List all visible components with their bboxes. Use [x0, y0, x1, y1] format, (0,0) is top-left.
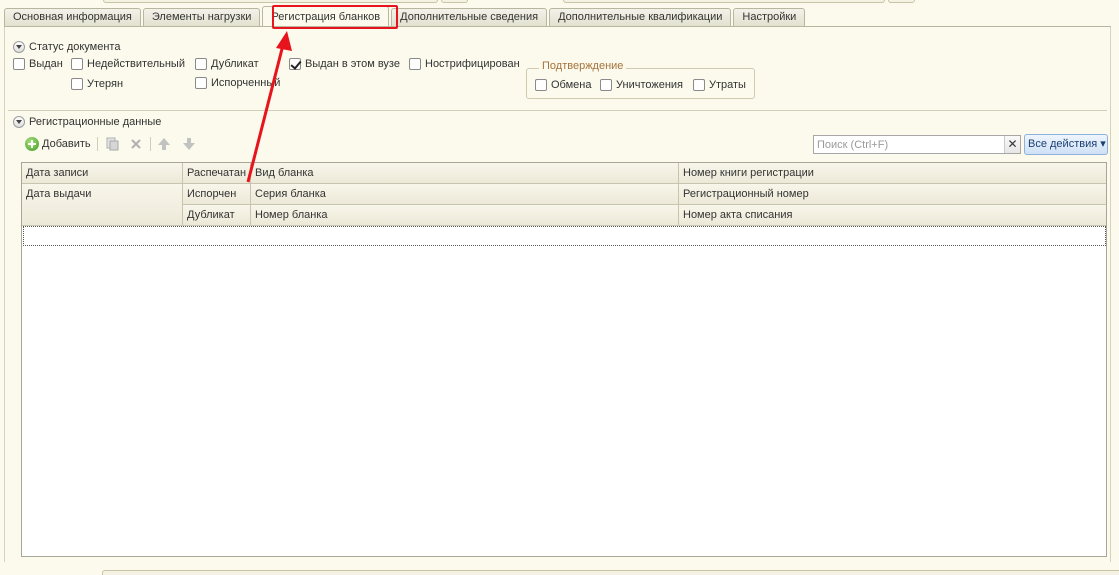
- search-input[interactable]: [814, 136, 1004, 153]
- top-field-fragment: [563, 0, 885, 3]
- clear-search-icon[interactable]: ✕: [1004, 136, 1020, 153]
- checkbox-box[interactable]: [600, 79, 612, 91]
- nostrified-checkbox[interactable]: Нострифицирован: [409, 58, 520, 70]
- tab-additional-qualifications[interactable]: Дополнительные квалификации: [549, 8, 732, 26]
- registration-group-title: Регистрационные данные: [29, 116, 162, 128]
- add-button-label: Добавить: [42, 138, 91, 150]
- issued-in-university-checkbox[interactable]: Выдан в этом вузе: [289, 58, 400, 70]
- add-icon: [25, 137, 39, 151]
- collapse-icon[interactable]: [13, 116, 25, 128]
- top-strip: [0, 0, 1119, 6]
- column-header-record-date[interactable]: Дата записи: [22, 163, 183, 184]
- top-button-fragment: [888, 0, 915, 3]
- checkbox-box[interactable]: [535, 79, 547, 91]
- damaged-label: Испорченный: [211, 77, 281, 89]
- destruction-label: Уничтожения: [616, 79, 684, 91]
- search-field[interactable]: ✕: [813, 135, 1021, 154]
- toolbar-separator: [97, 137, 98, 151]
- checkbox-box[interactable]: [71, 78, 83, 90]
- delete-icon[interactable]: [129, 137, 143, 151]
- checkbox-box-checked[interactable]: [289, 58, 301, 70]
- loss-checkbox[interactable]: Утраты: [693, 79, 746, 91]
- invalid-checkbox[interactable]: Недействительный: [71, 58, 185, 70]
- collapse-icon[interactable]: [13, 41, 25, 53]
- move-up-icon[interactable]: [157, 137, 171, 151]
- checkbox-box[interactable]: [71, 58, 83, 70]
- tab-main-info[interactable]: Основная информация: [4, 8, 141, 26]
- bottom-panel-edge: [102, 570, 1119, 575]
- checkbox-box[interactable]: [13, 58, 25, 70]
- checkbox-box[interactable]: [195, 58, 207, 70]
- top-button-fragment: [441, 0, 468, 3]
- exchange-label: Обмена: [551, 79, 592, 91]
- tab-bar: Основная информация Элементы нагрузки Ре…: [4, 6, 806, 26]
- column-header-spoiled[interactable]: Испорчен: [183, 184, 251, 205]
- exchange-checkbox[interactable]: Обмена: [535, 79, 592, 91]
- lost-label: Утерян: [87, 78, 124, 90]
- checkbox-box[interactable]: [409, 58, 421, 70]
- loss-label: Утраты: [709, 79, 746, 91]
- issued-label: Выдан: [29, 58, 63, 70]
- column-header-book-number[interactable]: Номер книги регистрации: [679, 163, 1106, 184]
- confirmation-title: Подтверждение: [539, 60, 627, 72]
- status-group-title: Статус документа: [29, 41, 121, 53]
- nostrified-label: Нострифицирован: [425, 58, 520, 70]
- lost-checkbox[interactable]: Утерян: [71, 78, 123, 90]
- tab-form-registration[interactable]: Регистрация бланков: [262, 6, 390, 26]
- checkbox-box[interactable]: [693, 79, 705, 91]
- issued-checkbox[interactable]: Выдан: [13, 58, 63, 70]
- status-group-header[interactable]: Статус документа: [13, 41, 120, 53]
- all-actions-button[interactable]: Все действия ▾: [1024, 134, 1108, 155]
- duplicate-checkbox[interactable]: Дубликат: [195, 58, 259, 70]
- column-header-writeoff-act[interactable]: Номер акта списания: [679, 205, 1106, 226]
- column-header-issue-date[interactable]: Дата выдачи: [22, 184, 183, 226]
- empty-table-row[interactable]: [23, 226, 1106, 246]
- add-button[interactable]: Добавить: [25, 137, 91, 151]
- registration-group-header[interactable]: Регистрационные данные: [13, 116, 161, 128]
- copy-icon[interactable]: [105, 137, 119, 151]
- tab-settings[interactable]: Настройки: [733, 8, 806, 26]
- column-header-form-series[interactable]: Серия бланка: [251, 184, 679, 205]
- tab-load-elements[interactable]: Элементы нагрузки: [142, 8, 261, 26]
- column-header-printed[interactable]: Распечатан: [183, 163, 251, 184]
- damaged-checkbox[interactable]: Испорченный: [195, 77, 280, 89]
- checkbox-box[interactable]: [195, 77, 207, 89]
- registration-table[interactable]: Дата записи Дата выдачи Распечатан Испор…: [21, 162, 1107, 557]
- column-header-form-type[interactable]: Вид бланка: [251, 163, 679, 184]
- top-field-fragment: [103, 0, 438, 3]
- group-separator: [8, 110, 1107, 111]
- invalid-label: Недействительный: [87, 58, 185, 70]
- duplicate-label: Дубликат: [211, 58, 259, 70]
- destruction-checkbox[interactable]: Уничтожения: [600, 79, 683, 91]
- column-header-reg-number[interactable]: Регистрационный номер: [679, 184, 1106, 205]
- move-down-icon[interactable]: [182, 137, 196, 151]
- issued-in-university-label: Выдан в этом вузе: [305, 58, 400, 70]
- tab-additional-info[interactable]: Дополнительные сведения: [391, 8, 548, 26]
- toolbar-separator: [150, 137, 151, 151]
- column-header-duplicate[interactable]: Дубликат: [183, 205, 251, 226]
- column-header-form-number[interactable]: Номер бланка: [251, 205, 679, 226]
